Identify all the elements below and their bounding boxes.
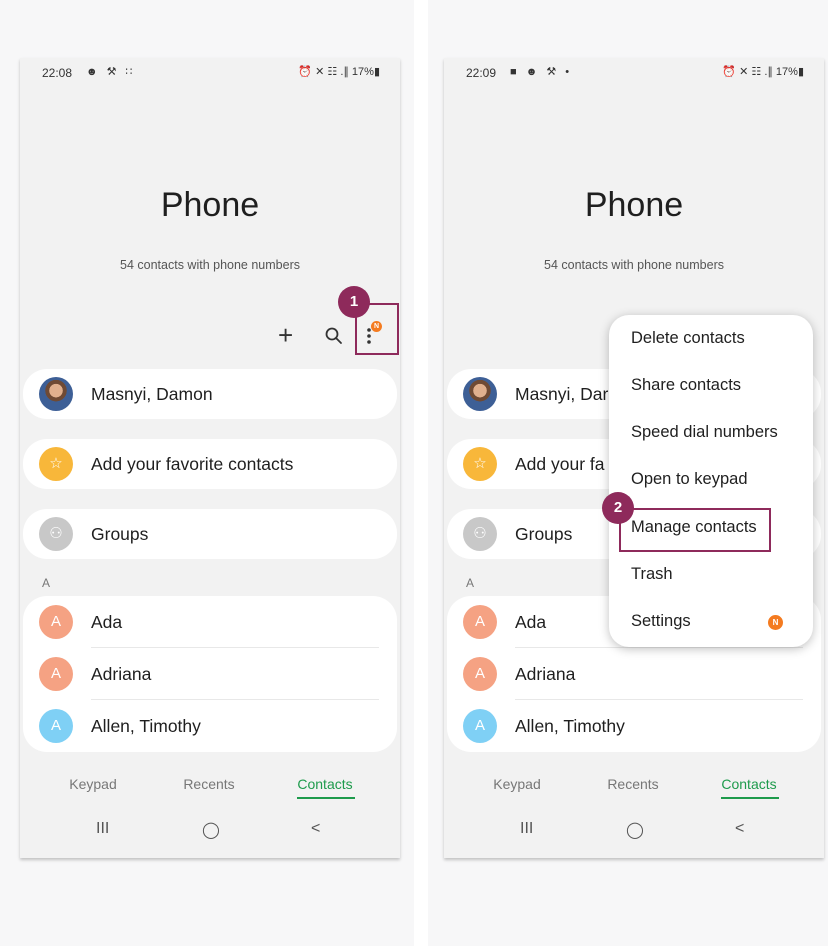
favorites-label: Add your fa bbox=[515, 454, 605, 474]
tab-keypad[interactable]: Keypad bbox=[38, 776, 148, 792]
tab-contacts[interactable]: Contacts bbox=[270, 776, 380, 792]
page-title: Phone bbox=[160, 186, 260, 224]
phone-screen-step-1: 22:08 ☻ ⚒ ∷ ⏰ ✕ ☷ .∥ 17%▮ Phone 54 conta… bbox=[20, 58, 400, 858]
page-title: Phone bbox=[584, 186, 684, 224]
contact-name: Adriana bbox=[91, 664, 152, 684]
avatar: A bbox=[463, 709, 497, 743]
step-callout: 1 bbox=[338, 286, 370, 318]
active-tab-indicator bbox=[721, 797, 779, 799]
avatar bbox=[39, 377, 73, 411]
section-header: A bbox=[42, 576, 51, 590]
contact-name: Allen, Timothy bbox=[515, 716, 625, 736]
groups-label: Groups bbox=[91, 524, 149, 544]
active-tab-indicator bbox=[297, 797, 355, 799]
status-system-icons: ⏰ ✕ ☷ .∥ 17%▮ bbox=[722, 66, 804, 78]
navigation-bar: III ◯ < bbox=[444, 820, 824, 844]
tab-keypad[interactable]: Keypad bbox=[462, 776, 572, 792]
groups-icon: ⚇ bbox=[39, 517, 73, 551]
add-contact-icon[interactable]: + bbox=[278, 321, 293, 349]
step-callout: 2 bbox=[602, 492, 634, 524]
list-item[interactable]: A Adriana bbox=[447, 648, 821, 700]
tab-recents[interactable]: Recents bbox=[578, 776, 688, 792]
home-icon[interactable]: ◯ bbox=[626, 820, 644, 840]
my-profile-card[interactable]: Masnyi, Damon bbox=[23, 369, 397, 419]
back-icon[interactable]: < bbox=[311, 820, 320, 838]
status-time: 22:08 bbox=[42, 66, 73, 80]
avatar: A bbox=[39, 657, 73, 691]
avatar: A bbox=[39, 605, 73, 639]
star-icon: ☆ bbox=[463, 447, 497, 481]
section-header: A bbox=[466, 576, 475, 590]
contact-list: A Ada A Adriana A Allen, Timothy bbox=[23, 596, 397, 752]
status-system-icons: ⏰ ✕ ☷ .∥ 17%▮ bbox=[298, 66, 380, 78]
menu-item-share-contacts[interactable]: Share contacts bbox=[631, 376, 741, 395]
more-options-menu: Delete contacts Share contacts Speed dia… bbox=[609, 315, 813, 647]
search-icon[interactable] bbox=[324, 326, 344, 346]
avatar bbox=[463, 377, 497, 411]
status-notification-icons: ■ ☻ ⚒ • bbox=[510, 66, 573, 78]
avatar: A bbox=[463, 605, 497, 639]
groups-card[interactable]: ⚇ Groups bbox=[23, 509, 397, 559]
bottom-tabs: Keypad Recents Contacts bbox=[20, 776, 400, 800]
status-bar: 22:08 ☻ ⚒ ∷ ⏰ ✕ ☷ .∥ 17%▮ bbox=[20, 58, 400, 86]
tab-contacts[interactable]: Contacts bbox=[694, 776, 804, 792]
tab-recents[interactable]: Recents bbox=[154, 776, 264, 792]
favorites-label: Add your favorite contacts bbox=[91, 454, 294, 474]
contact-name: Ada bbox=[91, 612, 123, 632]
menu-item-speed-dial-numbers[interactable]: Speed dial numbers bbox=[631, 423, 778, 442]
list-item[interactable]: A Allen, Timothy bbox=[447, 700, 821, 752]
groups-label: Groups bbox=[515, 524, 573, 544]
menu-item-trash[interactable]: Trash bbox=[631, 565, 673, 584]
bottom-tabs: Keypad Recents Contacts bbox=[444, 776, 824, 800]
back-icon[interactable]: < bbox=[735, 820, 744, 838]
menu-item-delete-contacts[interactable]: Delete contacts bbox=[631, 329, 745, 348]
home-icon[interactable]: ◯ bbox=[202, 820, 220, 840]
avatar: A bbox=[463, 657, 497, 691]
phone-screen-step-2: 22:09 ■ ☻ ⚒ • ⏰ ✕ ☷ .∥ 17%▮ Phone 54 con… bbox=[444, 58, 824, 858]
list-item[interactable]: A Ada bbox=[23, 596, 397, 648]
contact-name: Allen, Timothy bbox=[91, 716, 201, 736]
profile-name: Masnyi, Dar bbox=[515, 384, 609, 404]
star-icon: ☆ bbox=[39, 447, 73, 481]
status-time: 22:09 bbox=[466, 66, 497, 80]
avatar: A bbox=[39, 709, 73, 743]
status-bar: 22:09 ■ ☻ ⚒ • ⏰ ✕ ☷ .∥ 17%▮ bbox=[444, 58, 824, 86]
navigation-bar: III ◯ < bbox=[20, 820, 400, 844]
contact-name: Adriana bbox=[515, 664, 576, 684]
recent-apps-icon[interactable]: III bbox=[520, 820, 533, 838]
list-item[interactable]: A Adriana bbox=[23, 648, 397, 700]
highlight-box-manage-contacts bbox=[619, 508, 771, 552]
menu-item-settings[interactable]: Settings bbox=[631, 612, 691, 631]
profile-name: Masnyi, Damon bbox=[91, 384, 213, 404]
groups-icon: ⚇ bbox=[463, 517, 497, 551]
status-notification-icons: ☻ ⚒ ∷ bbox=[86, 66, 136, 78]
menu-item-open-to-keypad[interactable]: Open to keypad bbox=[631, 470, 748, 489]
recent-apps-icon[interactable]: III bbox=[96, 820, 109, 838]
contacts-count: 54 contacts with phone numbers bbox=[120, 258, 300, 272]
settings-notification-badge: N bbox=[768, 615, 783, 630]
list-item[interactable]: A Allen, Timothy bbox=[23, 700, 397, 752]
favorites-card[interactable]: ☆ Add your favorite contacts bbox=[23, 439, 397, 489]
contacts-count: 54 contacts with phone numbers bbox=[544, 258, 724, 272]
contact-name: Ada bbox=[515, 612, 547, 632]
